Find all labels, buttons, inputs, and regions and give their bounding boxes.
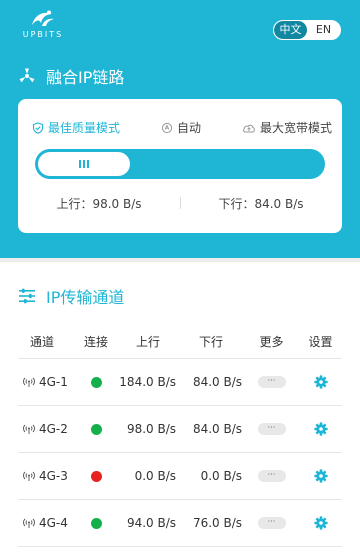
connection-status-dot <box>90 376 102 388</box>
wave-logo-icon <box>32 10 54 26</box>
signal-tower-icon <box>23 471 35 481</box>
auto-icon <box>161 122 173 133</box>
gear-icon[interactable] <box>313 516 328 530</box>
channels-panel: IP传输通道 通道 连接 上行 下行 更多 设置 4G-1 184.0 B/s … <box>0 262 360 560</box>
channel-upload: 94.0 B/s <box>126 516 176 530</box>
channels-table: 通道 连接 上行 下行 更多 设置 4G-1 184.0 B/s 84.0 B/… <box>18 325 342 547</box>
more-button[interactable]: ··· <box>257 423 286 435</box>
language-toggle[interactable]: 中文 EN <box>273 20 341 40</box>
channel-name: 4G-2 <box>39 422 68 436</box>
header-more: 更多 <box>259 335 284 349</box>
header-area: UPBITS 中文 EN 融合IP链路 最佳质量模式 自动 最大宽带模式 上行：… <box>0 0 360 258</box>
table-row: 4G-4 94.0 B/s 76.0 B/s ··· <box>18 500 342 547</box>
mode-selector: 最佳质量模式 自动 最大宽带模式 <box>32 119 332 136</box>
channel-download: 84.0 B/s <box>192 422 242 436</box>
channel-name-cell: 4G-3 <box>18 469 74 483</box>
rate-divider <box>180 197 181 209</box>
more-button[interactable]: ··· <box>257 470 286 482</box>
header-upload: 上行 <box>135 335 160 349</box>
header-settings: 设置 <box>308 335 333 349</box>
cloud-up-icon <box>243 124 255 132</box>
gear-icon[interactable] <box>313 422 328 436</box>
channel-upload: 0.0 B/s <box>134 469 176 483</box>
gear-icon[interactable] <box>313 469 328 483</box>
sliders-icon <box>19 288 35 304</box>
channel-name-cell: 4G-4 <box>18 516 74 530</box>
signal-tower-icon <box>23 518 35 528</box>
channel-name-cell: 4G-1 <box>18 375 74 389</box>
table-row: 4G-3 0.0 B/s 0.0 B/s ··· <box>18 453 342 500</box>
more-button[interactable]: ··· <box>257 517 286 529</box>
mode-best-quality[interactable]: 最佳质量模式 <box>32 119 120 136</box>
channel-upload: 98.0 B/s <box>126 422 176 436</box>
table-row: 4G-1 184.0 B/s 84.0 B/s ··· <box>18 359 342 406</box>
more-button[interactable]: ··· <box>257 376 286 388</box>
gear-icon[interactable] <box>313 375 328 389</box>
page-title: 融合IP链路 <box>18 64 124 88</box>
page-title-text: 融合IP链路 <box>46 68 125 87</box>
shield-check-icon <box>32 121 44 134</box>
link-mode-card: 最佳质量模式 自动 最大宽带模式 上行：98.0 B/s 下行：84.0 B/s <box>18 99 342 233</box>
header-download: 下行 <box>198 335 223 349</box>
mode-best-quality-label: 最佳质量模式 <box>48 121 121 135</box>
header-channel: 通道 <box>30 335 55 349</box>
download-rate: 下行：84.0 B/s <box>218 197 304 211</box>
mode-auto[interactable]: 自动 <box>161 119 201 136</box>
signal-tower-icon <box>23 377 35 387</box>
channel-name-cell: 4G-2 <box>18 422 74 436</box>
upload-rate: 上行：98.0 B/s <box>56 197 142 211</box>
grip-icon <box>79 160 89 168</box>
mode-slider-thumb[interactable] <box>38 152 130 176</box>
channel-name: 4G-1 <box>39 375 68 389</box>
mode-auto-label: 自动 <box>176 121 201 135</box>
channels-title-text: IP传输通道 <box>46 288 125 307</box>
channel-upload: 184.0 B/s <box>119 375 176 389</box>
connection-status-dot <box>90 423 102 435</box>
upbits-logo: UPBITS <box>18 10 68 46</box>
header-connection: 连接 <box>83 335 108 349</box>
table-header: 通道 连接 上行 下行 更多 设置 <box>18 325 342 359</box>
channel-download: 76.0 B/s <box>192 516 242 530</box>
lang-option-chinese[interactable]: 中文 <box>274 21 307 39</box>
mode-max-bandwidth[interactable]: 最大宽带模式 <box>242 119 332 136</box>
channel-download: 0.0 B/s <box>200 469 242 483</box>
fan-icon <box>19 68 35 83</box>
mode-slider-track[interactable] <box>35 149 325 179</box>
channel-name: 4G-3 <box>39 469 68 483</box>
connection-status-dot <box>90 517 102 529</box>
channel-download: 84.0 B/s <box>192 375 242 389</box>
aggregate-rates: 上行：98.0 B/s 下行：84.0 B/s <box>18 195 342 212</box>
channel-name: 4G-4 <box>39 516 68 530</box>
lang-option-english[interactable]: EN <box>307 21 340 39</box>
table-row: 4G-2 98.0 B/s 84.0 B/s ··· <box>18 406 342 453</box>
channels-title: IP传输通道 <box>18 284 124 308</box>
connection-status-dot <box>90 470 102 482</box>
signal-tower-icon <box>23 424 35 434</box>
logo-wordmark: UPBITS <box>22 30 64 39</box>
mode-max-bandwidth-label: 最大宽带模式 <box>259 121 332 135</box>
